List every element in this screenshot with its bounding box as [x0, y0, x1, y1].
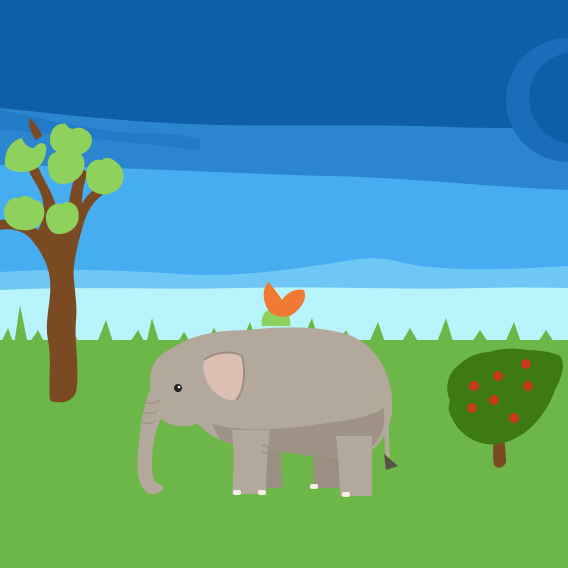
elephant-eye [174, 384, 182, 392]
elephant-eye-highlight [177, 385, 181, 389]
berry [489, 395, 499, 405]
berry [493, 371, 503, 381]
berry [523, 381, 533, 391]
elephant-near-back-leg [336, 436, 372, 496]
sky-top-band [0, 0, 568, 129]
toenail [310, 484, 318, 489]
elephant-near-front-leg [232, 430, 270, 494]
berry [509, 413, 519, 423]
berry [469, 381, 479, 391]
toenail [233, 490, 241, 495]
berry [467, 403, 477, 413]
toenail [258, 490, 266, 495]
illustration-scene [0, 0, 568, 568]
toenail [342, 492, 350, 497]
berry [521, 359, 531, 369]
